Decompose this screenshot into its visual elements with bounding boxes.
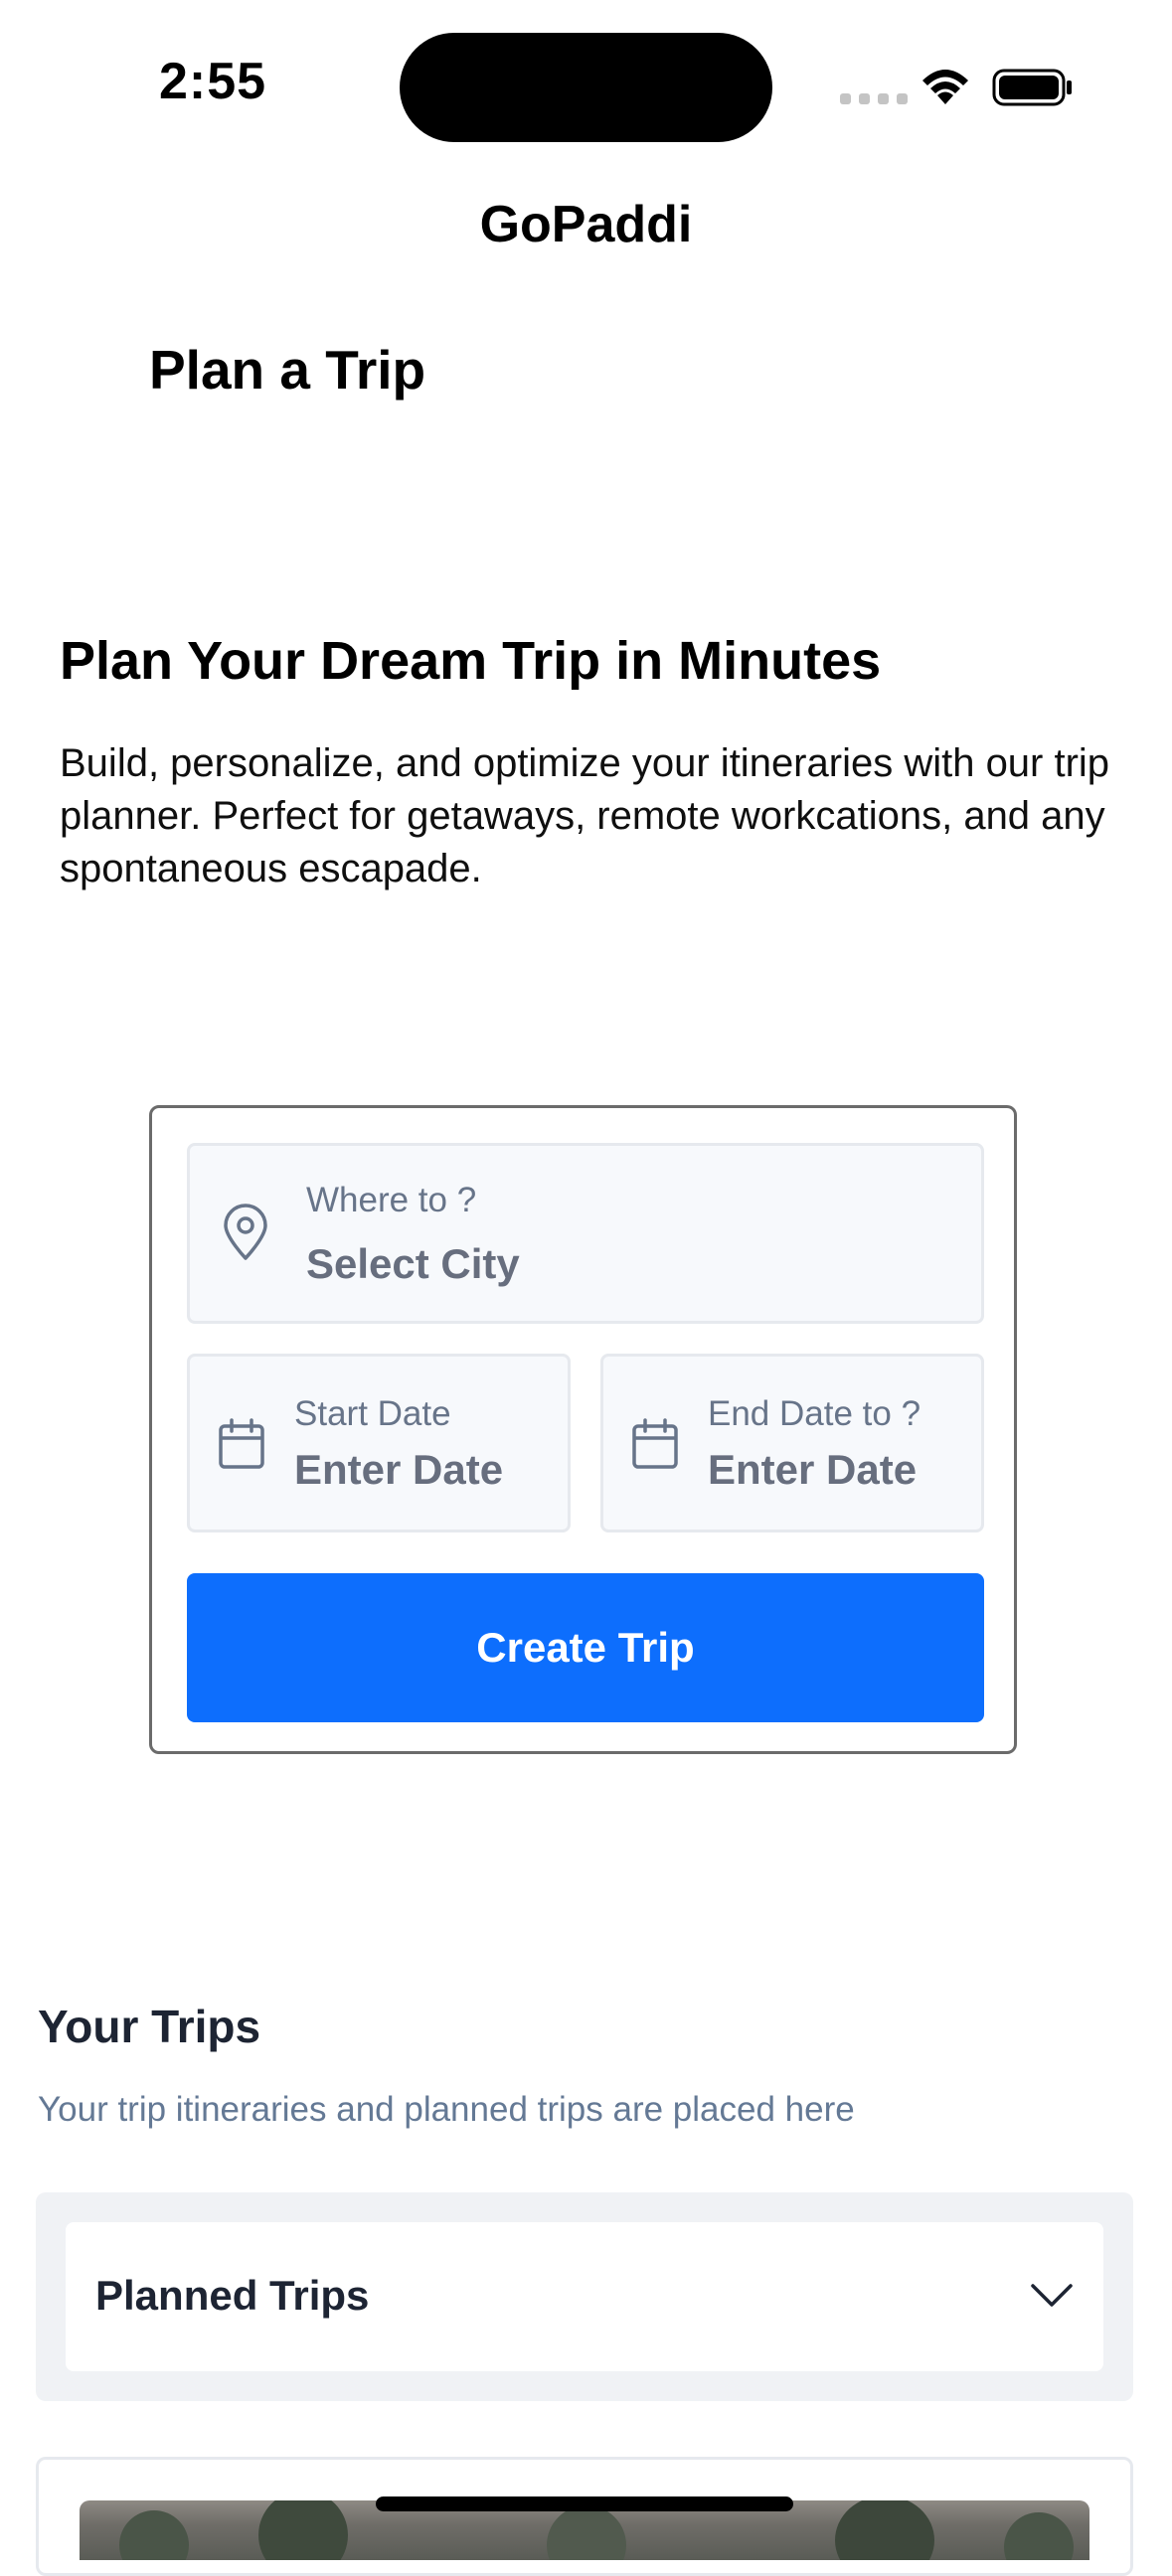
start-date-field[interactable]: Start Date Enter Date [187, 1354, 571, 1532]
hero-title: Plan Your Dream Trip in Minutes [60, 631, 882, 691]
create-trip-button[interactable]: Create Trip [187, 1573, 984, 1722]
battery-icon [992, 69, 1072, 106]
page-title: Plan a Trip [149, 339, 426, 401]
status-time: 2:55 [159, 53, 267, 110]
home-indicator [376, 2496, 793, 2511]
your-trips-title: Your Trips [38, 2001, 261, 2052]
destination-value: Select City [306, 1240, 520, 1287]
app-title: GoPaddi [479, 196, 693, 253]
dynamic-island [400, 33, 772, 142]
calendar-icon [632, 1418, 678, 1469]
destination-label: Where to ? [306, 1181, 477, 1219]
cellular-signal-icon [840, 93, 908, 104]
start-date-value: Enter Date [294, 1446, 504, 1493]
end-date-value: Enter Date [708, 1446, 918, 1493]
your-trips-subtitle: Your trip itineraries and planned trips … [38, 2090, 855, 2129]
calendar-icon [219, 1418, 264, 1469]
end-date-label: End Date to ? [708, 1394, 921, 1433]
destination-field[interactable]: Where to ? Select City [187, 1143, 984, 1324]
start-date-label: Start Date [294, 1394, 451, 1433]
end-date-field[interactable]: End Date to ? Enter Date [600, 1354, 984, 1532]
wifi-icon [922, 70, 968, 104]
chevron-down-icon [1031, 2284, 1073, 2307]
trips-filter-selected: Planned Trips [95, 2272, 370, 2319]
hero-description: Build, personalize, and optimize your it… [60, 741, 1110, 890]
location-pin-icon [224, 1204, 267, 1260]
